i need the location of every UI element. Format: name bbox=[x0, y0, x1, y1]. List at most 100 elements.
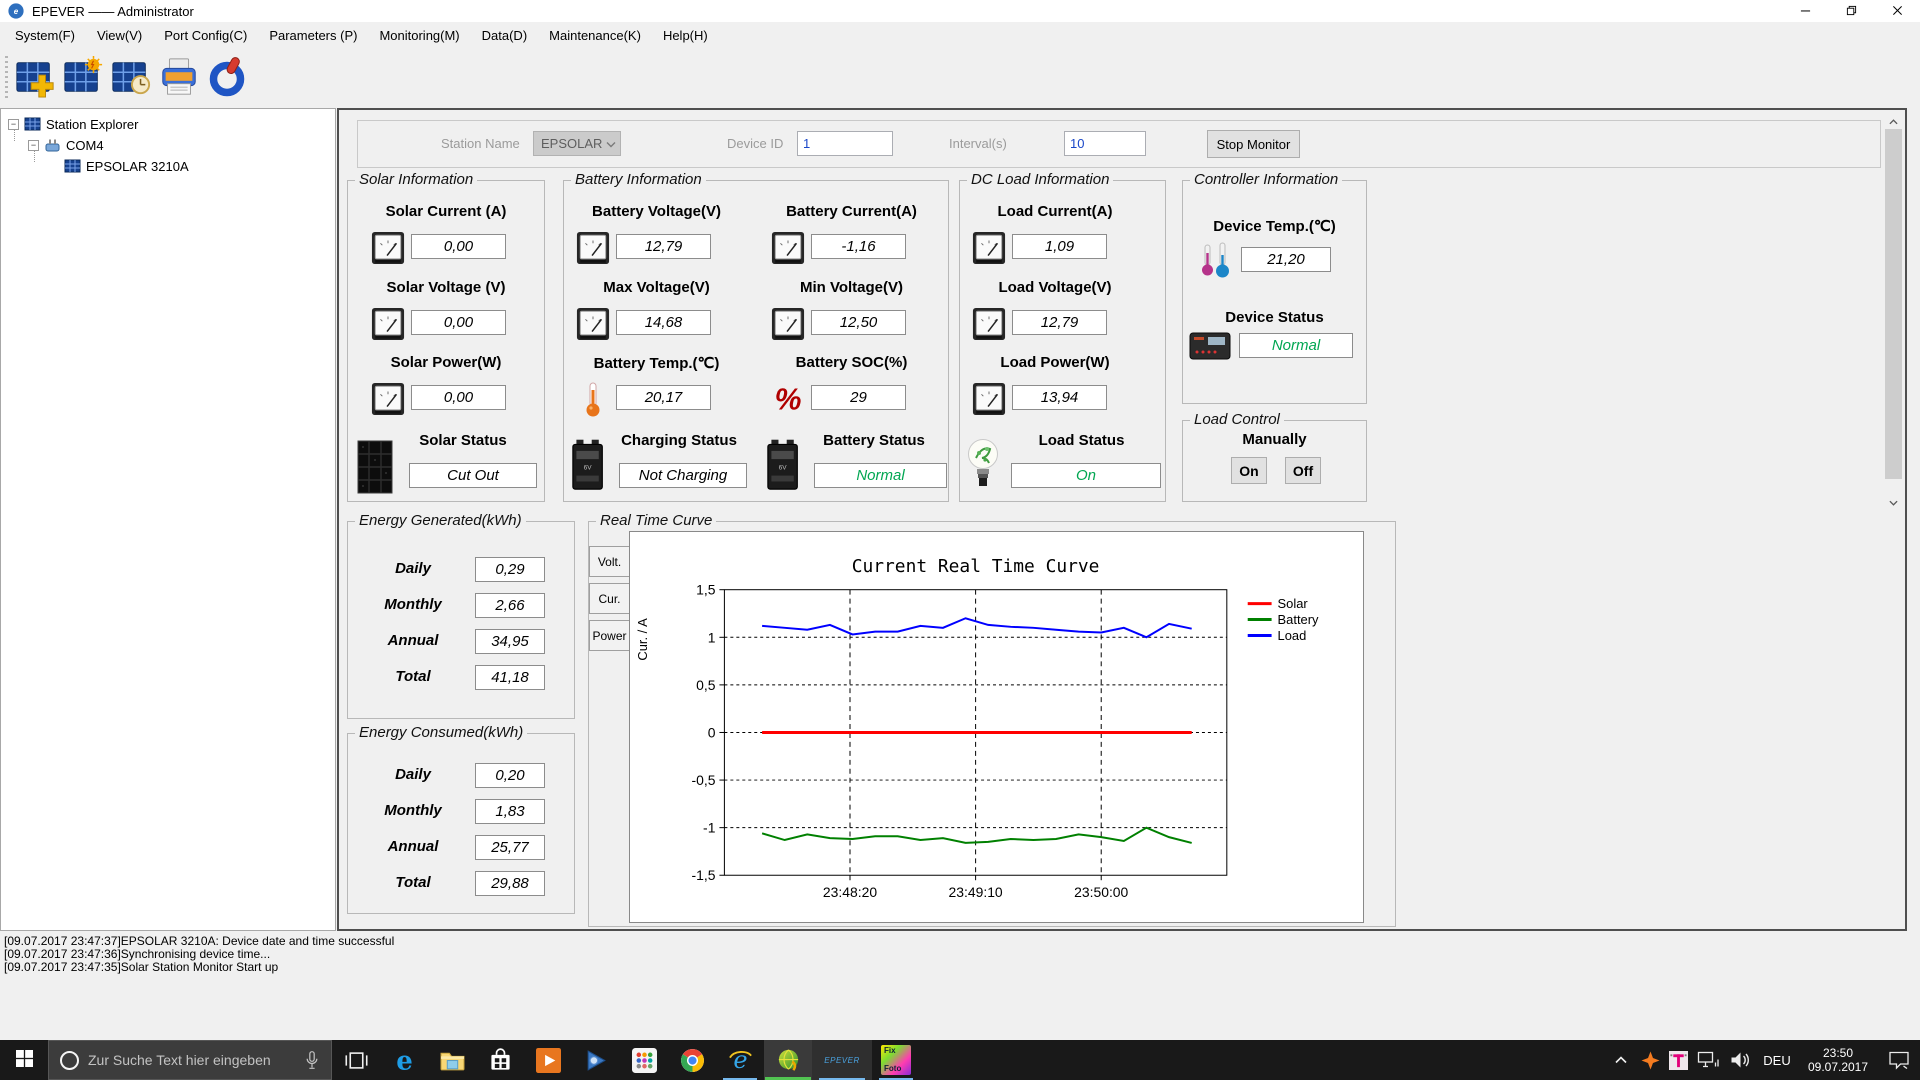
battery-icon: 6V bbox=[762, 437, 802, 493]
taskbar-search[interactable] bbox=[48, 1040, 332, 1080]
field-value-box: 0,00 bbox=[411, 310, 506, 335]
collapse-icon[interactable]: − bbox=[8, 118, 19, 130]
stop-monitor-button[interactable]: Stop Monitor bbox=[1207, 130, 1300, 158]
menu-help[interactable]: Help(H) bbox=[652, 22, 719, 48]
energy-row-value: 2,66 bbox=[475, 593, 545, 618]
station-name-label: Station Name bbox=[441, 136, 520, 151]
taskbar-app-chrome[interactable] bbox=[668, 1040, 716, 1080]
interval-label: Interval(s) bbox=[949, 136, 1007, 151]
svg-text:-1: -1 bbox=[703, 820, 716, 836]
realtime-monitor-icon[interactable] bbox=[62, 56, 104, 98]
taskbar-app-explorer[interactable] bbox=[428, 1040, 476, 1080]
taskbar-app-movies[interactable] bbox=[524, 1040, 572, 1080]
menu-parameters[interactable]: Parameters (P) bbox=[258, 22, 368, 48]
restore-button[interactable] bbox=[1828, 0, 1874, 22]
print-icon[interactable] bbox=[158, 56, 200, 98]
taskbar-app-ie[interactable]: e bbox=[716, 1040, 764, 1080]
search-input[interactable] bbox=[88, 1052, 293, 1068]
task-view-button[interactable] bbox=[332, 1040, 380, 1080]
svg-text:Load: Load bbox=[1278, 628, 1307, 643]
svg-text:Solar: Solar bbox=[1278, 596, 1309, 611]
field-label: Load Power(W) bbox=[1000, 354, 1110, 371]
menu-system[interactable]: System(F) bbox=[4, 22, 86, 48]
field-value-box: 21,20 bbox=[1241, 247, 1331, 272]
device-id-input[interactable] bbox=[797, 131, 893, 156]
start-button[interactable] bbox=[0, 1040, 48, 1080]
taskbar-app-epever-monitor[interactable] bbox=[764, 1040, 812, 1080]
battery-information-group: Battery Information Battery Voltage(V) 1… bbox=[563, 171, 949, 502]
menu-monitoring[interactable]: Monitoring(M) bbox=[368, 22, 470, 48]
svg-text:e: e bbox=[14, 7, 19, 16]
tray-avast[interactable] bbox=[1636, 1040, 1664, 1080]
scroll-down-button[interactable] bbox=[1884, 493, 1903, 510]
menu-port-config[interactable]: Port Config(C) bbox=[153, 22, 258, 48]
vertical-scrollbar[interactable] bbox=[1884, 112, 1903, 510]
energy-row-label: Monthly bbox=[384, 596, 442, 613]
interval-input[interactable] bbox=[1064, 131, 1146, 156]
svg-text:-0,5: -0,5 bbox=[691, 772, 715, 788]
field-value-box: 12,79 bbox=[616, 234, 711, 259]
dc-load-information-group: DC Load Information Load Current(A) 1,09… bbox=[959, 171, 1166, 502]
load-off-button[interactable]: Off bbox=[1285, 457, 1321, 484]
event-log: [09.07.2017 23:47:37]EPSOLAR 3210A: Devi… bbox=[0, 931, 1920, 1040]
taskbar-app-fixfoto[interactable]: Fix Foto bbox=[872, 1040, 920, 1080]
meter-icon bbox=[371, 307, 405, 341]
menu-maintenance[interactable]: Maintenance(K) bbox=[538, 22, 652, 48]
tree-item-epsolar-3210a[interactable]: EPSOLAR 3210A bbox=[64, 157, 189, 175]
tab-volt[interactable]: Volt. bbox=[589, 546, 630, 577]
field-label: Solar Power(W) bbox=[390, 354, 502, 371]
tray-expand-button[interactable] bbox=[1606, 1040, 1636, 1080]
group-title: Energy Generated(kWh) bbox=[355, 512, 526, 529]
taskbar-app-grid[interactable] bbox=[620, 1040, 668, 1080]
taskbar-app-epever-tile[interactable]: EPEVER bbox=[812, 1040, 872, 1080]
meter-icon bbox=[576, 231, 610, 265]
collapse-icon[interactable]: − bbox=[28, 139, 39, 151]
minimize-button[interactable] bbox=[1782, 0, 1828, 22]
taskbar-app-store[interactable] bbox=[476, 1040, 524, 1080]
station-icon bbox=[24, 117, 41, 132]
app-window: e EPEVER —— Administrator System(F) View… bbox=[0, 0, 1920, 1080]
add-station-icon[interactable] bbox=[14, 56, 56, 98]
tree-item-station-explorer[interactable]: − Station Explorer bbox=[8, 115, 139, 133]
menu-data[interactable]: Data(D) bbox=[471, 22, 539, 48]
tab-power[interactable]: Power bbox=[589, 620, 630, 651]
monitor-control-bar: Station Name EPSOLAR 321 Device ID Inter… bbox=[357, 120, 1881, 168]
group-title: Real Time Curve bbox=[596, 512, 717, 529]
station-name-select[interactable]: EPSOLAR 321 bbox=[533, 131, 621, 156]
task-view-icon bbox=[344, 1048, 369, 1073]
windows-logo-icon bbox=[15, 1050, 33, 1070]
status-label: Charging Status bbox=[621, 432, 737, 449]
scroll-up-button[interactable] bbox=[1884, 112, 1903, 129]
exit-power-icon[interactable] bbox=[206, 56, 248, 98]
battery-icon: 6V bbox=[567, 437, 607, 493]
language-indicator[interactable]: DEU bbox=[1756, 1040, 1798, 1080]
scrollbar-thumb[interactable] bbox=[1885, 129, 1902, 479]
menu-view[interactable]: View(V) bbox=[86, 22, 153, 48]
tray-telekom[interactable] bbox=[1664, 1040, 1692, 1080]
close-button[interactable] bbox=[1874, 0, 1920, 22]
field-label: Min Voltage(V) bbox=[799, 279, 904, 296]
tray-volume[interactable] bbox=[1724, 1040, 1756, 1080]
window-controls bbox=[1782, 0, 1920, 22]
monitor-main-panel: Station Name EPSOLAR 321 Device ID Inter… bbox=[337, 108, 1907, 931]
solar-panel-icon bbox=[356, 439, 394, 495]
history-data-icon[interactable] bbox=[110, 56, 152, 98]
status-value-box: Normal bbox=[1239, 333, 1353, 358]
field-label: Battery Voltage(V) bbox=[592, 203, 721, 220]
telekom-icon bbox=[1668, 1050, 1688, 1070]
tree-item-com4[interactable]: − COM4 bbox=[28, 136, 104, 154]
energy-row-value: 34,95 bbox=[475, 629, 545, 654]
meter-icon bbox=[576, 307, 610, 341]
energy-consumed-group: Energy Consumed(kWh) Daily 0,20 Monthly … bbox=[347, 724, 575, 914]
log-line: [09.07.2017 23:47:36]Synchronising devic… bbox=[4, 947, 271, 961]
load-on-button[interactable]: On bbox=[1231, 457, 1267, 484]
taskbar-app-edge[interactable]: e bbox=[380, 1040, 428, 1080]
tab-cur[interactable]: Cur. bbox=[589, 583, 630, 614]
internet-explorer-icon: e bbox=[728, 1048, 753, 1073]
taskbar-app-media-player[interactable] bbox=[572, 1040, 620, 1080]
action-center-button[interactable] bbox=[1878, 1040, 1920, 1080]
speaker-icon bbox=[1729, 1051, 1751, 1069]
field-value-box: 29 bbox=[811, 385, 906, 410]
tray-network[interactable] bbox=[1692, 1040, 1724, 1080]
clock[interactable]: 23:50 09.07.2017 bbox=[1798, 1040, 1878, 1080]
